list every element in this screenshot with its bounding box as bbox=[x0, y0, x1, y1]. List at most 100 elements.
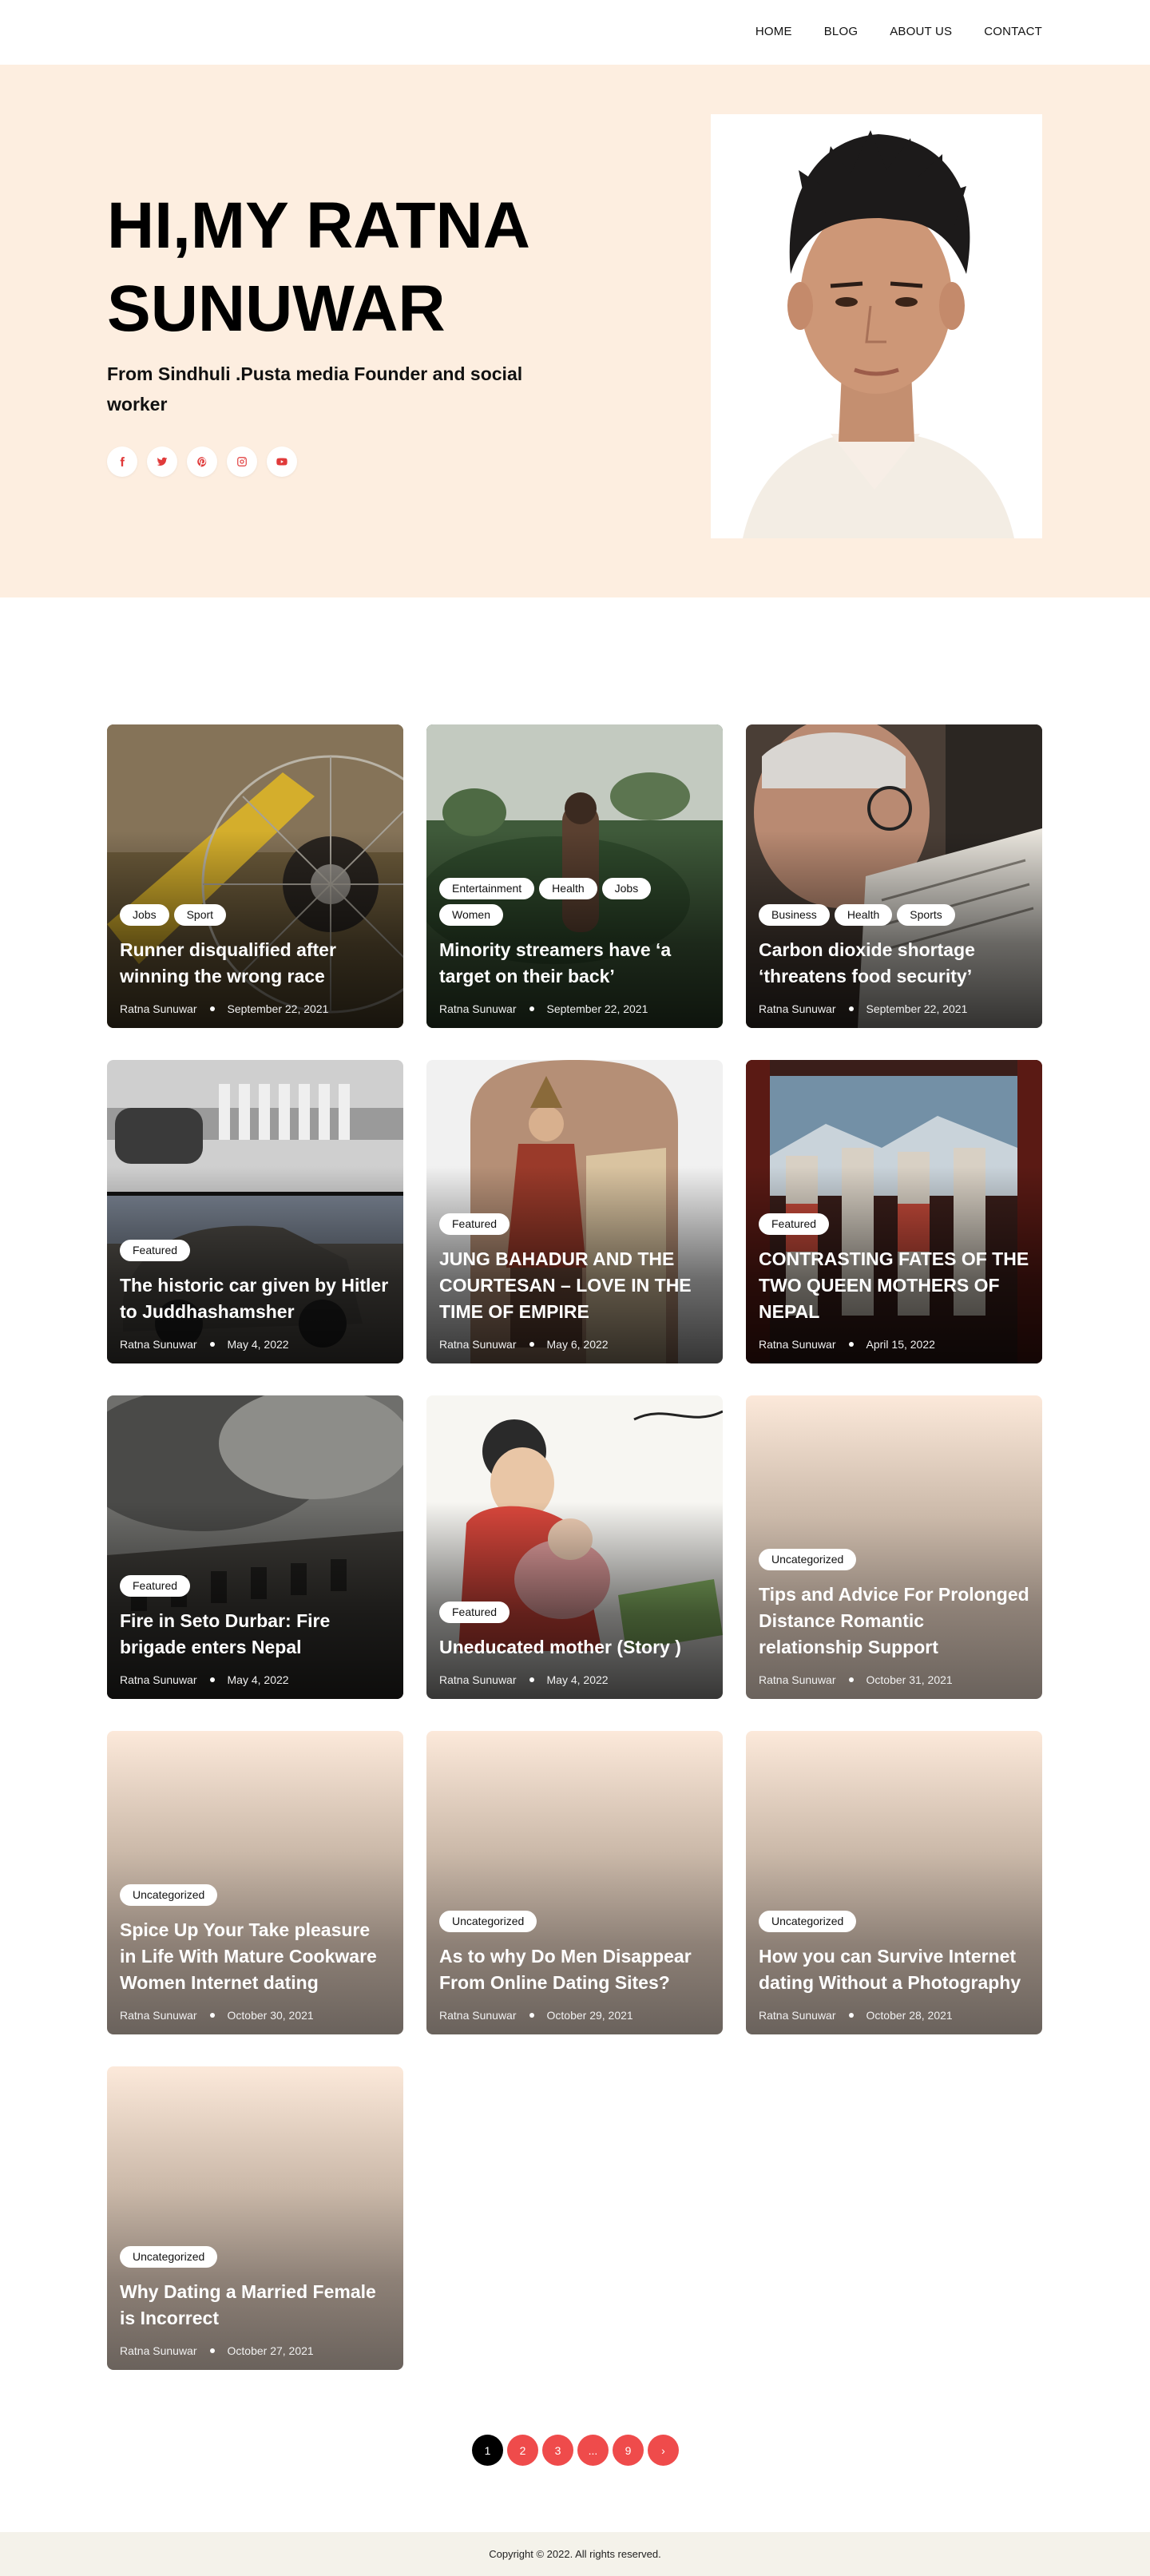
separator-dot bbox=[209, 2348, 215, 2353]
post-card-body: Uncategorized Why Dating a Married Femal… bbox=[120, 2246, 391, 2357]
post-card[interactable]: Featured Uneducated mother (Story ) Ratn… bbox=[426, 1395, 723, 1699]
page-9-button[interactable]: 9 bbox=[613, 2435, 644, 2466]
post-card[interactable]: Featured Fire in Seto Durbar: Fire briga… bbox=[107, 1395, 403, 1699]
post-date: October 28, 2021 bbox=[866, 2009, 953, 2022]
tag-pill[interactable]: Uncategorized bbox=[120, 1884, 218, 1906]
nav-home-link[interactable]: HOME bbox=[755, 25, 792, 38]
post-author[interactable]: Ratna Sunuwar bbox=[120, 2009, 197, 2022]
post-author[interactable]: Ratna Sunuwar bbox=[759, 1673, 836, 1686]
post-title[interactable]: JUNG BAHADUR AND THE COURTESAN – LOVE IN… bbox=[439, 1246, 710, 1325]
post-title[interactable]: Runner disqualified after winning the wr… bbox=[120, 937, 391, 990]
post-author[interactable]: Ratna Sunuwar bbox=[120, 2344, 197, 2357]
tag-pill[interactable]: Featured bbox=[120, 1575, 191, 1597]
tag-pill[interactable]: Business bbox=[759, 904, 830, 926]
posts-grid: Jobs Sport Runner disqualified after win… bbox=[107, 724, 1043, 2370]
post-author[interactable]: Ratna Sunuwar bbox=[439, 1338, 517, 1351]
post-author[interactable]: Ratna Sunuwar bbox=[120, 1002, 197, 1015]
post-title[interactable]: CONTRASTING FATES OF THE TWO QUEEN MOTHE… bbox=[759, 1246, 1029, 1325]
post-meta: Ratna Sunuwar October 27, 2021 bbox=[120, 2344, 391, 2357]
tag-pill[interactable]: Health bbox=[539, 878, 597, 899]
post-date: April 15, 2022 bbox=[866, 1338, 935, 1351]
tag-pill[interactable]: Health bbox=[834, 904, 893, 926]
page-1-button[interactable]: 1 bbox=[472, 2435, 503, 2466]
tag-pill[interactable]: Uncategorized bbox=[439, 1911, 537, 1932]
profile-photo bbox=[711, 114, 1042, 538]
post-tags: Uncategorized bbox=[120, 1884, 359, 1906]
post-date: October 29, 2021 bbox=[546, 2009, 633, 2022]
post-title[interactable]: As to why Do Men Disappear From Online D… bbox=[439, 1943, 710, 1996]
hero-subtitle: From Sindhuli .Pusta media Founder and s… bbox=[107, 363, 523, 415]
post-author[interactable]: Ratna Sunuwar bbox=[439, 1673, 517, 1686]
youtube-icon[interactable] bbox=[267, 447, 297, 477]
nav-contact-link[interactable]: CONTACT bbox=[984, 25, 1042, 38]
separator-dot bbox=[848, 1006, 854, 1011]
post-card[interactable]: Entertainment Health Jobs Women Minority… bbox=[426, 724, 723, 1028]
post-title[interactable]: Uneducated mother (Story ) bbox=[439, 1634, 710, 1661]
hero-section: HI,MY RATNA SUNUWAR From Sindhuli .Pusta… bbox=[0, 65, 1150, 597]
post-date: May 4, 2022 bbox=[227, 1338, 289, 1351]
post-author[interactable]: Ratna Sunuwar bbox=[759, 1002, 836, 1015]
post-date: September 22, 2021 bbox=[866, 1002, 968, 1015]
tag-pill[interactable]: Entertainment bbox=[439, 878, 535, 899]
nav-about-link[interactable]: ABOUT US bbox=[890, 25, 952, 38]
nav-blog-link[interactable]: BLOG bbox=[824, 25, 858, 38]
post-tags: Uncategorized bbox=[120, 2246, 359, 2268]
post-tags: Featured bbox=[439, 1602, 679, 1623]
tag-pill[interactable]: Sport bbox=[173, 904, 227, 926]
next-page-button[interactable]: › bbox=[648, 2435, 679, 2466]
post-tags: Business Health Sports bbox=[759, 904, 998, 926]
post-card[interactable]: Uncategorized How you can Survive Intern… bbox=[746, 1731, 1042, 2034]
post-date: May 4, 2022 bbox=[227, 1673, 289, 1686]
pinterest-icon[interactable] bbox=[187, 447, 217, 477]
post-card[interactable]: Jobs Sport Runner disqualified after win… bbox=[107, 724, 403, 1028]
post-author[interactable]: Ratna Sunuwar bbox=[759, 2009, 836, 2022]
post-title[interactable]: The historic car given by Hitler to Judd… bbox=[120, 1272, 391, 1325]
post-card[interactable]: Business Health Sports Carbon dioxide sh… bbox=[746, 724, 1042, 1028]
twitter-icon[interactable] bbox=[147, 447, 177, 477]
tag-pill[interactable]: Jobs bbox=[120, 904, 169, 926]
post-author[interactable]: Ratna Sunuwar bbox=[120, 1673, 197, 1686]
post-title[interactable]: Why Dating a Married Female is Incorrect bbox=[120, 2279, 391, 2332]
tag-pill[interactable]: Uncategorized bbox=[120, 2246, 218, 2268]
tag-pill[interactable]: Jobs bbox=[601, 878, 652, 899]
post-card[interactable]: Uncategorized Spice Up Your Take pleasur… bbox=[107, 1731, 403, 2034]
post-title[interactable]: Fire in Seto Durbar: Fire brigade enters… bbox=[120, 1608, 391, 1661]
post-card[interactable]: Uncategorized Tips and Advice For Prolon… bbox=[746, 1395, 1042, 1699]
post-title[interactable]: Spice Up Your Take pleasure in Life With… bbox=[120, 1917, 391, 1996]
post-card[interactable]: Uncategorized As to why Do Men Disappear… bbox=[426, 1731, 723, 2034]
post-title[interactable]: How you can Survive Internet dating With… bbox=[759, 1943, 1029, 1996]
tag-pill[interactable]: Uncategorized bbox=[759, 1911, 857, 1932]
tag-pill[interactable]: Featured bbox=[759, 1213, 830, 1235]
post-card[interactable]: Featured CONTRASTING FATES OF THE TWO QU… bbox=[746, 1060, 1042, 1363]
post-author[interactable]: Ratna Sunuwar bbox=[439, 2009, 517, 2022]
tag-pill[interactable]: Women bbox=[439, 904, 503, 926]
post-card[interactable]: Featured The historic car given by Hitle… bbox=[107, 1060, 403, 1363]
instagram-icon[interactable] bbox=[227, 447, 257, 477]
tag-pill[interactable]: Featured bbox=[439, 1602, 510, 1623]
separator-dot bbox=[529, 1677, 534, 1682]
tag-pill[interactable]: Featured bbox=[439, 1213, 510, 1235]
separator-dot bbox=[209, 1677, 215, 1682]
post-title[interactable]: Minority streamers have ‘a target on the… bbox=[439, 937, 710, 990]
social-links bbox=[107, 447, 297, 477]
tag-pill[interactable]: Featured bbox=[120, 1240, 191, 1261]
post-author[interactable]: Ratna Sunuwar bbox=[439, 1002, 517, 1015]
post-card[interactable]: Uncategorized Why Dating a Married Femal… bbox=[107, 2066, 403, 2370]
tag-pill[interactable]: Sports bbox=[897, 904, 955, 926]
facebook-icon[interactable] bbox=[107, 447, 137, 477]
post-title[interactable]: Carbon dioxide shortage ‘threatens food … bbox=[759, 937, 1029, 990]
post-meta: Ratna Sunuwar September 22, 2021 bbox=[439, 1002, 710, 1015]
post-tags: Featured bbox=[759, 1213, 998, 1235]
post-author[interactable]: Ratna Sunuwar bbox=[120, 1338, 197, 1351]
post-card[interactable]: Featured JUNG BAHADUR AND THE COURTESAN … bbox=[426, 1060, 723, 1363]
post-author[interactable]: Ratna Sunuwar bbox=[759, 1338, 836, 1351]
tag-pill[interactable]: Uncategorized bbox=[759, 1549, 857, 1570]
page-2-button[interactable]: 2 bbox=[507, 2435, 538, 2466]
post-tags: Uncategorized bbox=[439, 1911, 679, 1932]
page-3-button[interactable]: 3 bbox=[542, 2435, 573, 2466]
post-card-body: Entertainment Health Jobs Women Minority… bbox=[439, 878, 710, 1015]
post-card-body: Business Health Sports Carbon dioxide sh… bbox=[759, 904, 1029, 1015]
post-date: October 27, 2021 bbox=[227, 2344, 314, 2357]
post-title[interactable]: Tips and Advice For Prolonged Distance R… bbox=[759, 1582, 1029, 1661]
separator-dot bbox=[848, 1677, 854, 1682]
